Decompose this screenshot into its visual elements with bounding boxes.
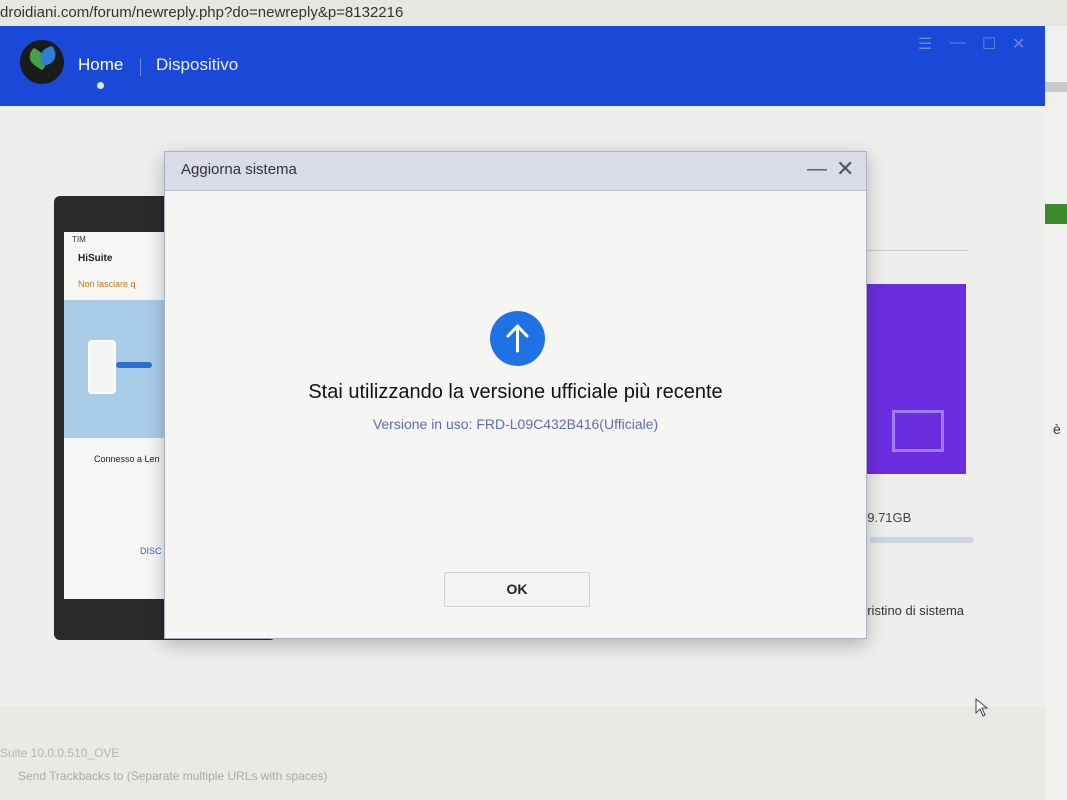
- backup-card-image: [866, 284, 966, 474]
- dialog-close-button[interactable]: ✕: [836, 156, 854, 182]
- storage-size: 29.71GB: [860, 510, 912, 525]
- maximize-button[interactable]: ☐: [982, 34, 996, 54]
- phone-app-title: HiSuite: [78, 253, 113, 264]
- hisuite-logo-icon: [20, 40, 64, 84]
- card-divider: [862, 250, 968, 251]
- minimize-button[interactable]: —: [950, 34, 966, 52]
- phone-connected-text: Connesso a Len: [94, 454, 160, 464]
- phone-disconnect-link[interactable]: DISC: [140, 546, 162, 556]
- nav-device-tab[interactable]: Dispositivo: [156, 55, 238, 75]
- browser-trackbacks-text: Send Trackbacks to (Separate multiple UR…: [18, 769, 328, 783]
- phone-carrier: TIM: [72, 235, 86, 244]
- dialog-title-bar: Aggiorna sistema — ✕: [165, 152, 866, 191]
- dialog-title: Aggiorna sistema: [181, 161, 297, 178]
- browser-page-version-text: Suite 10.0.0.510_OVE: [0, 746, 120, 760]
- mouse-cursor-icon: [975, 698, 989, 717]
- browser-background-strip: è: [1045, 26, 1067, 800]
- menu-icon[interactable]: ☰: [918, 34, 932, 54]
- active-tab-indicator: [97, 82, 104, 89]
- partial-text: è: [1053, 421, 1061, 437]
- close-window-button[interactable]: ✕: [1012, 34, 1025, 54]
- arrow-up-icon: [490, 311, 545, 366]
- update-system-dialog: Aggiorna sistema — ✕ Stai utilizzando la…: [164, 151, 867, 639]
- system-restore-link[interactable]: pristino di sistema: [860, 603, 964, 618]
- ok-button[interactable]: OK: [444, 572, 590, 607]
- dialog-version-text: Versione in uso: FRD-L09C432B416(Ufficia…: [372, 416, 659, 432]
- nav-home-tab[interactable]: Home: [78, 55, 123, 75]
- nav-divider: [140, 58, 141, 76]
- app-header: Home Dispositivo ☰ — ☐ ✕: [0, 26, 1045, 106]
- dialog-headline: Stai utilizzando la versione ufficiale p…: [308, 381, 723, 403]
- browser-url-bar[interactable]: droidiani.com/forum/newreply.php?do=newr…: [0, 0, 1067, 26]
- dialog-minimize-button[interactable]: —: [807, 158, 827, 181]
- phone-warning: Non lasciare q: [78, 279, 136, 289]
- storage-bar: [870, 537, 974, 543]
- folder-icon: [892, 410, 944, 452]
